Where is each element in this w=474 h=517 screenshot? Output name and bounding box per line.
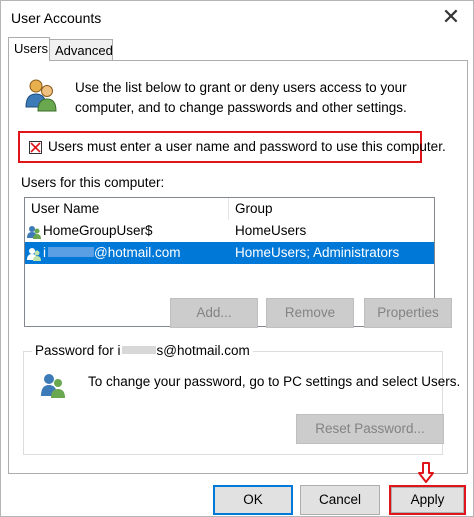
user-name-suffix: @hotmail.com: [94, 245, 181, 260]
remove-button[interactable]: Remove: [266, 298, 354, 328]
password-title-prefix: Password for i: [35, 343, 121, 358]
require-password-label[interactable]: Users must enter a user name and passwor…: [48, 139, 446, 154]
password-group-title: Password for i s@hotmail.com: [32, 343, 253, 358]
reset-password-button[interactable]: Reset Password...: [296, 414, 444, 444]
list-item-selected[interactable]: i @hotmail.com HomeUsers; Administrators: [25, 242, 434, 264]
window-title: User Accounts: [11, 10, 102, 26]
apply-annotation-box: [389, 485, 466, 515]
properties-button[interactable]: Properties: [364, 298, 452, 328]
require-password-checkbox[interactable]: [29, 141, 42, 154]
users-for-computer-label: Users for this computer:: [21, 175, 165, 190]
user-password-icon: [40, 372, 66, 398]
column-header-group[interactable]: Group: [229, 198, 434, 220]
user-name-prefix: i: [43, 245, 46, 260]
add-button[interactable]: Add...: [170, 298, 258, 328]
column-header-user-name[interactable]: User Name: [25, 198, 229, 220]
group-cell: HomeUsers; Administrators: [235, 245, 400, 260]
redacted-text: [48, 247, 94, 258]
red-x-mark-icon: [30, 142, 41, 153]
cancel-button[interactable]: Cancel: [300, 485, 380, 515]
down-arrow-annotation-icon: [417, 462, 435, 484]
user-icon: [27, 224, 41, 239]
redacted-text: [121, 346, 156, 355]
tab-users[interactable]: Users: [8, 37, 50, 61]
intro-text: Use the list below to grant or deny user…: [75, 80, 407, 115]
checkbox-annotation-box: Users must enter a user name and passwor…: [18, 131, 446, 163]
user-accounts-window: User Accounts ✕ Users Advanced Use the l…: [0, 0, 474, 517]
password-instructions: To change your password, go to PC settin…: [88, 374, 461, 389]
title-bar: User Accounts ✕: [1, 1, 473, 35]
user-name-cell: i @hotmail.com: [43, 242, 180, 264]
group-cell: HomeUsers: [235, 223, 307, 238]
ok-button[interactable]: OK: [213, 485, 293, 515]
list-item[interactable]: HomeGroupUser$ HomeUsers: [25, 220, 434, 242]
close-icon[interactable]: ✕: [437, 4, 465, 32]
user-name-cell: HomeGroupUser$: [43, 223, 153, 238]
user-icon: [27, 246, 41, 261]
tab-advanced[interactable]: Advanced: [49, 39, 113, 60]
password-title-suffix: s@hotmail.com: [156, 343, 250, 358]
users-group-icon: [23, 77, 59, 113]
password-group: Password for i s@hotmail.com To change yo…: [23, 343, 460, 455]
users-tab-panel: Use the list below to grant or deny user…: [8, 60, 468, 474]
